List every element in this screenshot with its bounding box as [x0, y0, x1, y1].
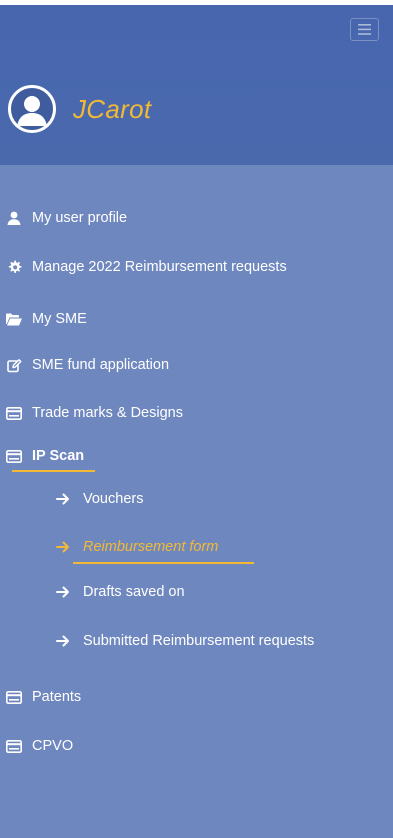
sidebar-item-trade-marks-designs[interactable]: Trade marks & Designs: [5, 402, 183, 424]
sidebar-item-my-sme[interactable]: My SME: [5, 308, 87, 330]
sidebar-item-label: My user profile: [32, 210, 128, 226]
user-block: JCarot: [8, 85, 151, 133]
sidebar-item-ip-scan[interactable]: IP Scan: [5, 445, 84, 467]
sidebar-item-label: IP Scan: [32, 448, 85, 464]
menu-toggle-button[interactable]: [350, 18, 379, 41]
sidebar-item-label: Trade marks & Designs: [32, 405, 183, 421]
user-icon: [5, 209, 23, 227]
sidebar-item-cpvo[interactable]: CPVO: [5, 735, 73, 757]
sidebar-item-sme-fund-application[interactable]: SME fund application: [5, 354, 169, 376]
sidebar-item-patents[interactable]: Patents: [5, 686, 81, 708]
current-underline: [73, 562, 254, 564]
arrow-right-icon: [55, 584, 71, 600]
subitem-drafts-saved-on[interactable]: Drafts saved on: [55, 581, 185, 603]
sidebar-item-manage-reimbursement[interactable]: Manage 2022 Reimbursement requests: [5, 256, 287, 278]
card-icon: [5, 404, 23, 422]
subitem-label: Drafts saved on: [83, 584, 185, 600]
card-icon: [5, 737, 23, 755]
sidebar: My user profile Manage 2022 Reimbursemen…: [0, 165, 393, 838]
sidebar-item-label: SME fund application: [32, 357, 170, 373]
sidebar-item-label: CPVO: [32, 738, 74, 754]
card-icon: [5, 688, 23, 706]
gear-icon: [5, 258, 23, 276]
sidebar-item-my-user-profile[interactable]: My user profile: [5, 207, 127, 229]
subitem-label: Submitted Reimbursement requests: [83, 633, 315, 649]
subitem-label: Reimbursement form: [83, 539, 219, 555]
username[interactable]: JCarot: [73, 94, 151, 125]
subitem-reimbursement-form[interactable]: Reimbursement form: [55, 536, 218, 558]
arrow-right-icon: [55, 539, 71, 555]
edit-icon: [5, 356, 23, 374]
arrow-right-icon: [55, 633, 71, 649]
arrow-right-icon: [55, 491, 71, 507]
active-underline: [12, 470, 95, 472]
subitem-label: Vouchers: [83, 491, 144, 507]
app-root: JCarot My user profile Manage 2022 Reimb…: [0, 0, 393, 838]
header: JCarot: [0, 5, 393, 165]
card-icon: [5, 447, 23, 465]
subitem-submitted-reimbursement-requests[interactable]: Submitted Reimbursement requests: [55, 630, 314, 652]
user-avatar-icon[interactable]: [8, 85, 56, 133]
sidebar-item-label: My SME: [32, 311, 87, 327]
sidebar-item-label: Patents: [32, 689, 82, 705]
sidebar-item-label: Manage 2022 Reimbursement requests: [32, 259, 287, 275]
hamburger-icon: [358, 24, 371, 35]
folder-open-icon: [5, 310, 23, 328]
subitem-vouchers[interactable]: Vouchers: [55, 488, 143, 510]
